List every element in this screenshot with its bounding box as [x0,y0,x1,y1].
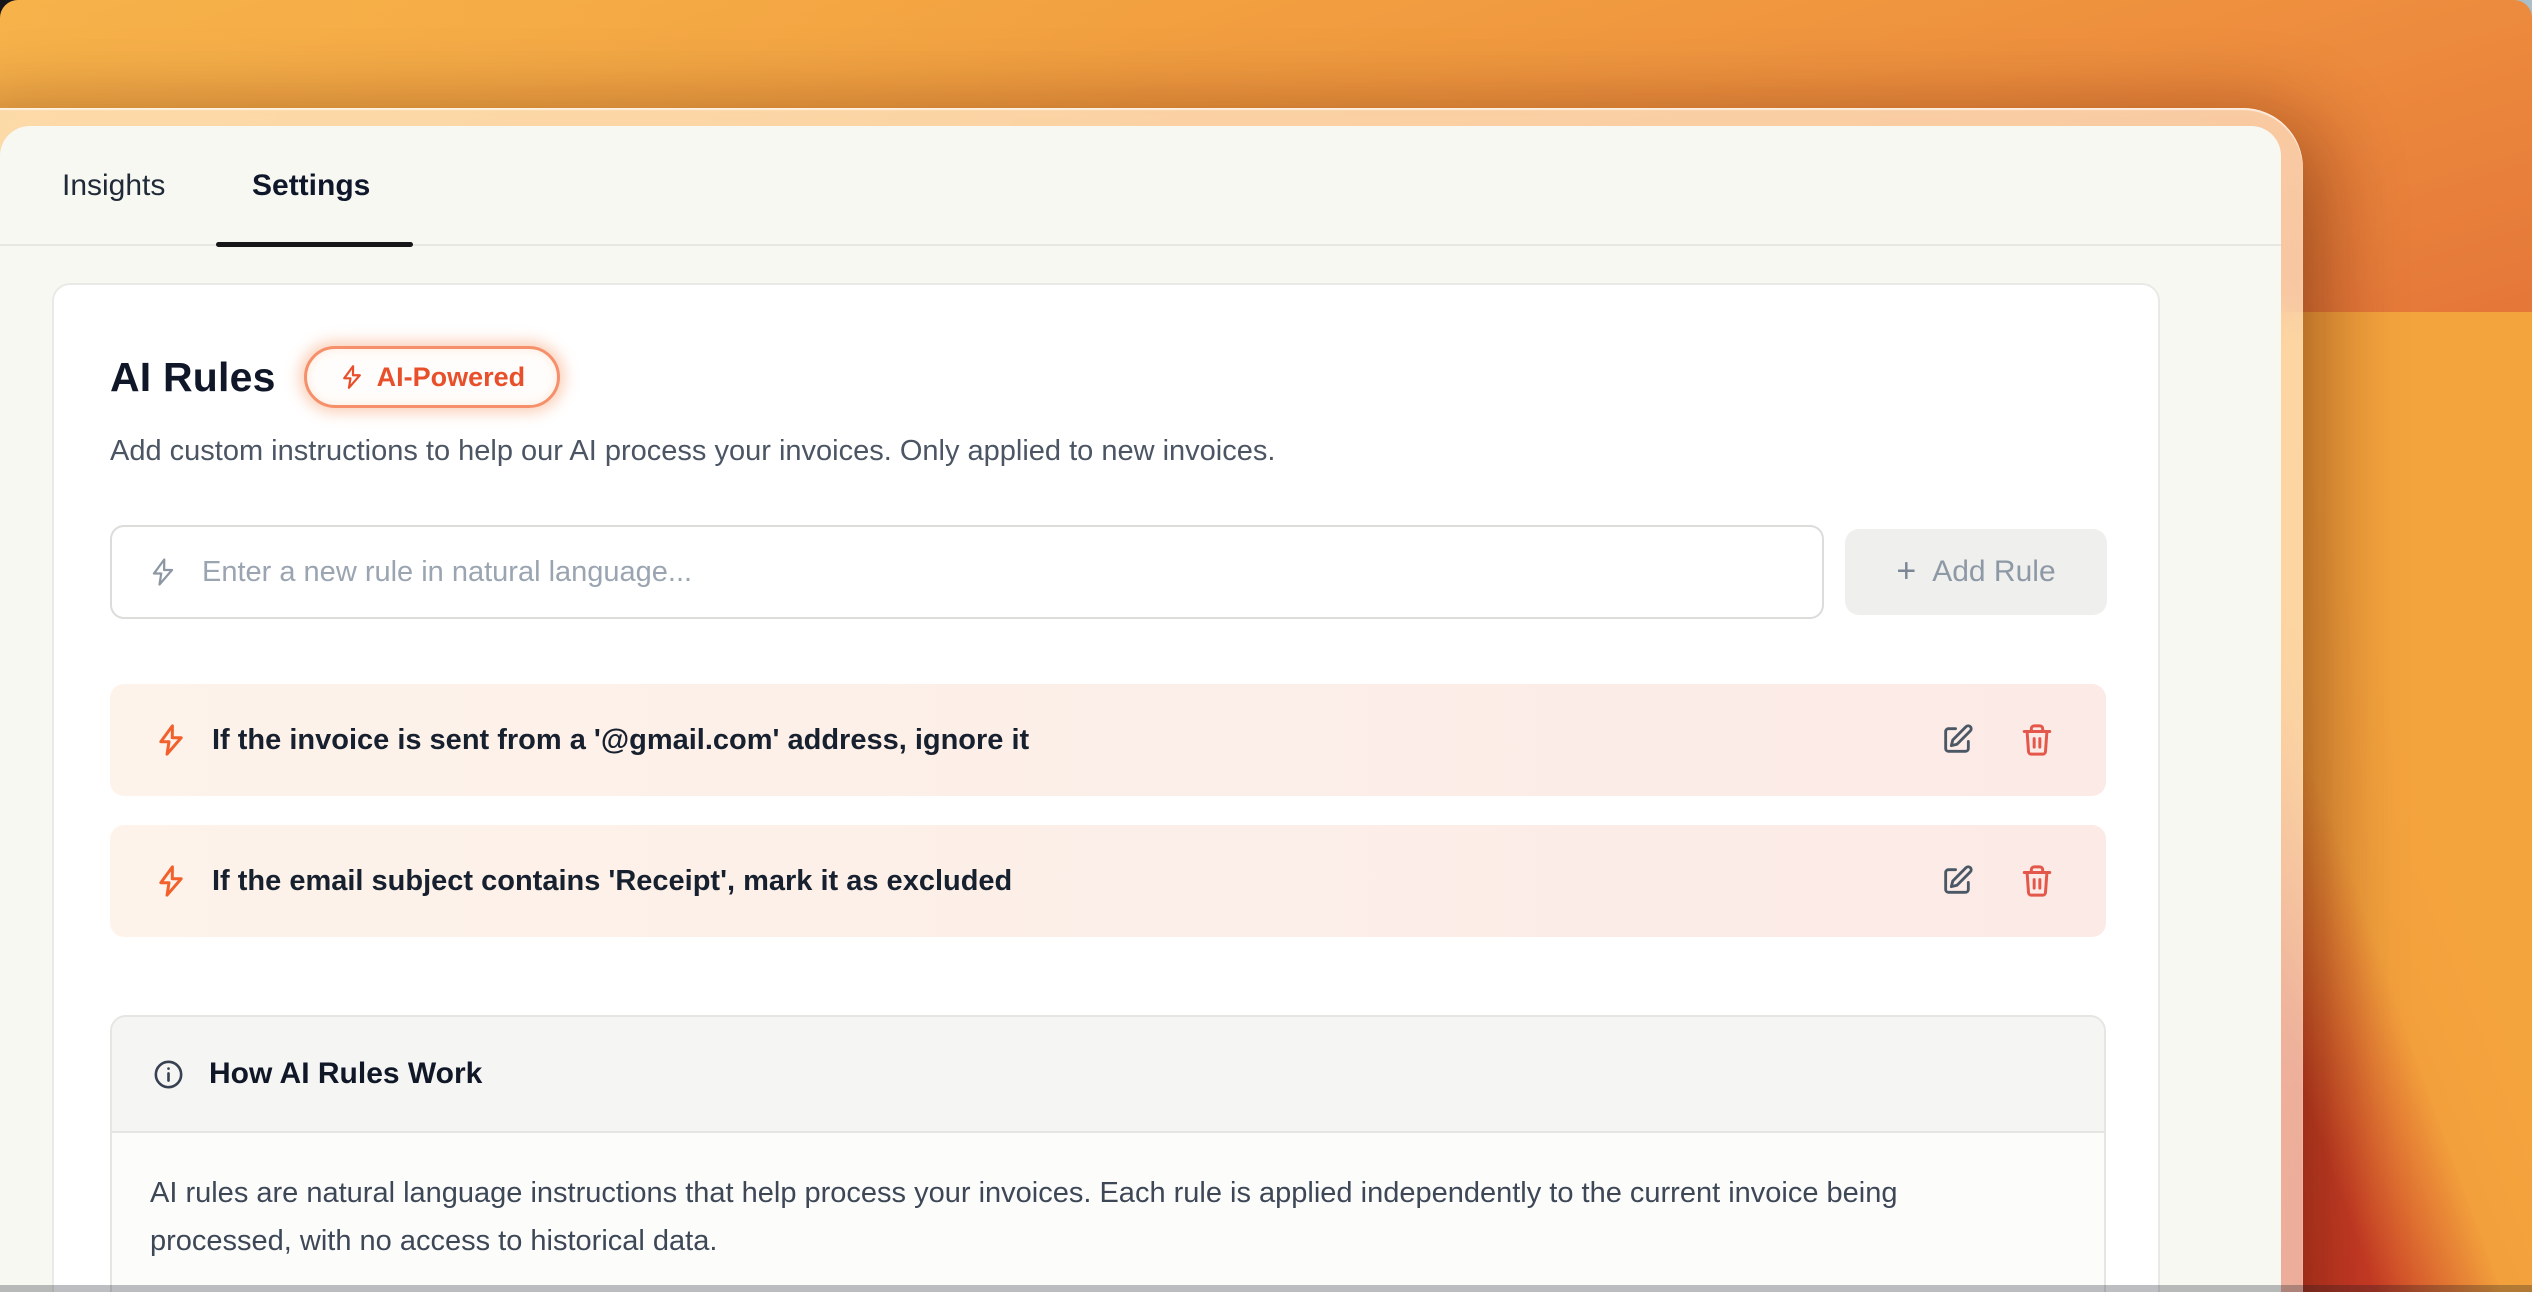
page-title: AI Rules [110,353,276,400]
add-rule-button[interactable]: + Add Rule [1845,529,2107,615]
lightning-icon [342,365,361,389]
info-body-text: AI rules are natural language instructio… [150,1177,1898,1257]
app-window-content: Insights Settings AI Rules AI-Powered Ad… [0,126,2281,1292]
tab-insights[interactable]: Insights [62,126,165,246]
edit-icon [1944,724,1973,753]
info-icon [154,1060,183,1088]
title-row: AI Rules AI-Powered [110,345,561,409]
edit-icon [1944,865,1973,894]
rule-text: If the invoice is sent from a '@gmail.co… [212,723,1030,756]
delete-rule-button[interactable] [2020,864,2054,898]
section-description: Add custom instructions to help our AI p… [110,435,1276,467]
trash-icon [2022,865,2052,897]
rule-actions [1940,864,2054,898]
app-window: Insights Settings AI Rules AI-Powered Ad… [0,108,2303,1292]
lightning-icon [152,558,174,586]
edit-rule-button[interactable] [1940,723,1974,757]
tab-settings[interactable]: Settings [252,126,370,246]
plus-icon: + [1896,551,1917,590]
new-rule-input[interactable] [200,554,1794,590]
rule-text: If the email subject contains 'Receipt',… [212,864,1013,897]
desktop-wallpaper: Insights Settings AI Rules AI-Powered Ad… [0,0,2532,1292]
delete-rule-button[interactable] [2020,723,2054,757]
ai-powered-badge: AI-Powered [303,346,561,408]
ai-rules-card: AI Rules AI-Powered Add custom instructi… [52,283,2160,1292]
rule-row: If the invoice is sent from a '@gmail.co… [110,684,2106,796]
lightning-icon [159,865,183,897]
screen-bottom-edge [0,1285,2532,1292]
badge-label: AI-Powered [376,361,526,392]
how-rules-work-box: How AI Rules Work AI rules are natural l… [110,1015,2106,1292]
rule-input-field [110,525,1824,619]
lightning-icon [159,724,183,756]
how-rules-work-header: How AI Rules Work [112,1017,2104,1133]
info-title: How AI Rules Work [209,1057,483,1090]
active-tab-indicator [216,242,413,247]
trash-icon [2022,724,2052,756]
rule-row: If the email subject contains 'Receipt',… [110,825,2106,937]
tab-bar: Insights Settings [0,126,2281,247]
add-rule-label: Add Rule [1932,555,2056,588]
rule-actions [1940,723,2054,757]
edit-rule-button[interactable] [1940,864,1974,898]
